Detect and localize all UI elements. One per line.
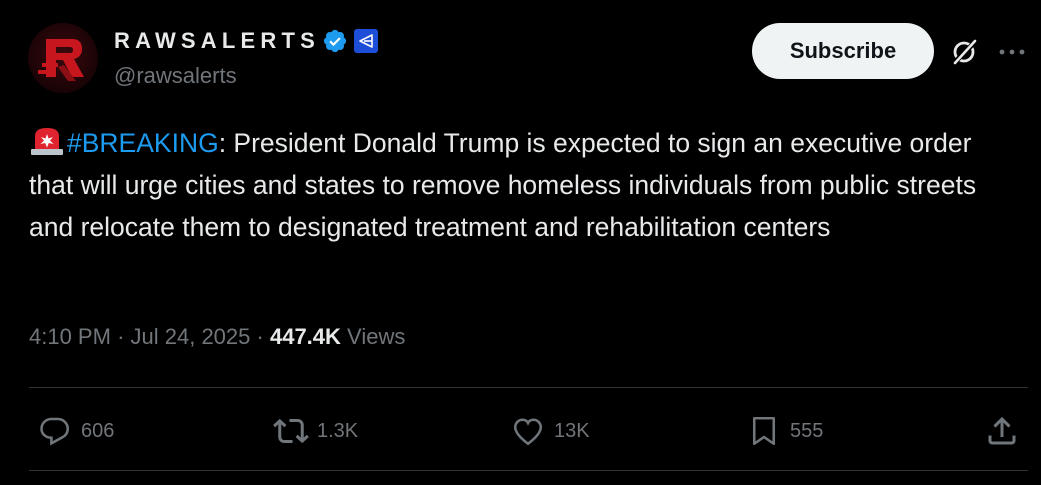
post-meta: 4:10 PM · Jul 24, 2025 · 447.4K Views (29, 324, 405, 350)
post-date[interactable]: Jul 24, 2025 (131, 324, 251, 349)
display-name[interactable]: RAWSALERTS (114, 28, 320, 54)
grok-icon[interactable] (948, 36, 980, 68)
police-siren-icon (31, 128, 63, 155)
post-time[interactable]: 4:10 PM (29, 324, 111, 349)
rawsalerts-logo-icon (38, 39, 84, 81)
bookmark-button[interactable]: 555 (746, 413, 823, 449)
author-handle[interactable]: @rawsalerts (114, 63, 237, 89)
reply-icon (40, 417, 70, 446)
heart-icon (513, 418, 543, 446)
reply-button[interactable]: 606 (37, 413, 114, 449)
subscribe-button[interactable]: Subscribe (752, 23, 934, 79)
reply-count: 606 (81, 419, 115, 442)
views-count: 447.4K (269, 324, 341, 349)
avatar[interactable] (28, 23, 98, 93)
affiliate-badge-icon[interactable] (354, 29, 378, 53)
repost-count: 1.3K (317, 419, 359, 442)
like-button[interactable]: 13K (510, 413, 590, 449)
like-count: 13K (554, 419, 590, 442)
author-name-row[interactable]: RAWSALERTS (114, 26, 378, 56)
repost-button[interactable]: 1.3K (273, 413, 358, 449)
post-text: #BREAKING: President Donald Trump is exp… (29, 122, 1019, 248)
meta-separator: · (117, 324, 125, 349)
meta-separator: · (256, 324, 264, 349)
bookmark-count: 555 (790, 419, 824, 442)
share-icon (988, 416, 1016, 445)
views-label: Views (347, 324, 406, 349)
hashtag-link[interactable]: #BREAKING (67, 128, 219, 158)
post-detail: RAWSALERTS @rawsalerts Subscribe #BREAKI… (0, 0, 1041, 485)
repost-icon (273, 418, 309, 444)
divider (29, 387, 1028, 388)
more-icon[interactable] (996, 42, 1028, 62)
bookmark-icon (752, 416, 776, 446)
divider (29, 470, 1028, 471)
verified-badge-icon (323, 29, 347, 53)
share-button[interactable] (984, 413, 1020, 449)
